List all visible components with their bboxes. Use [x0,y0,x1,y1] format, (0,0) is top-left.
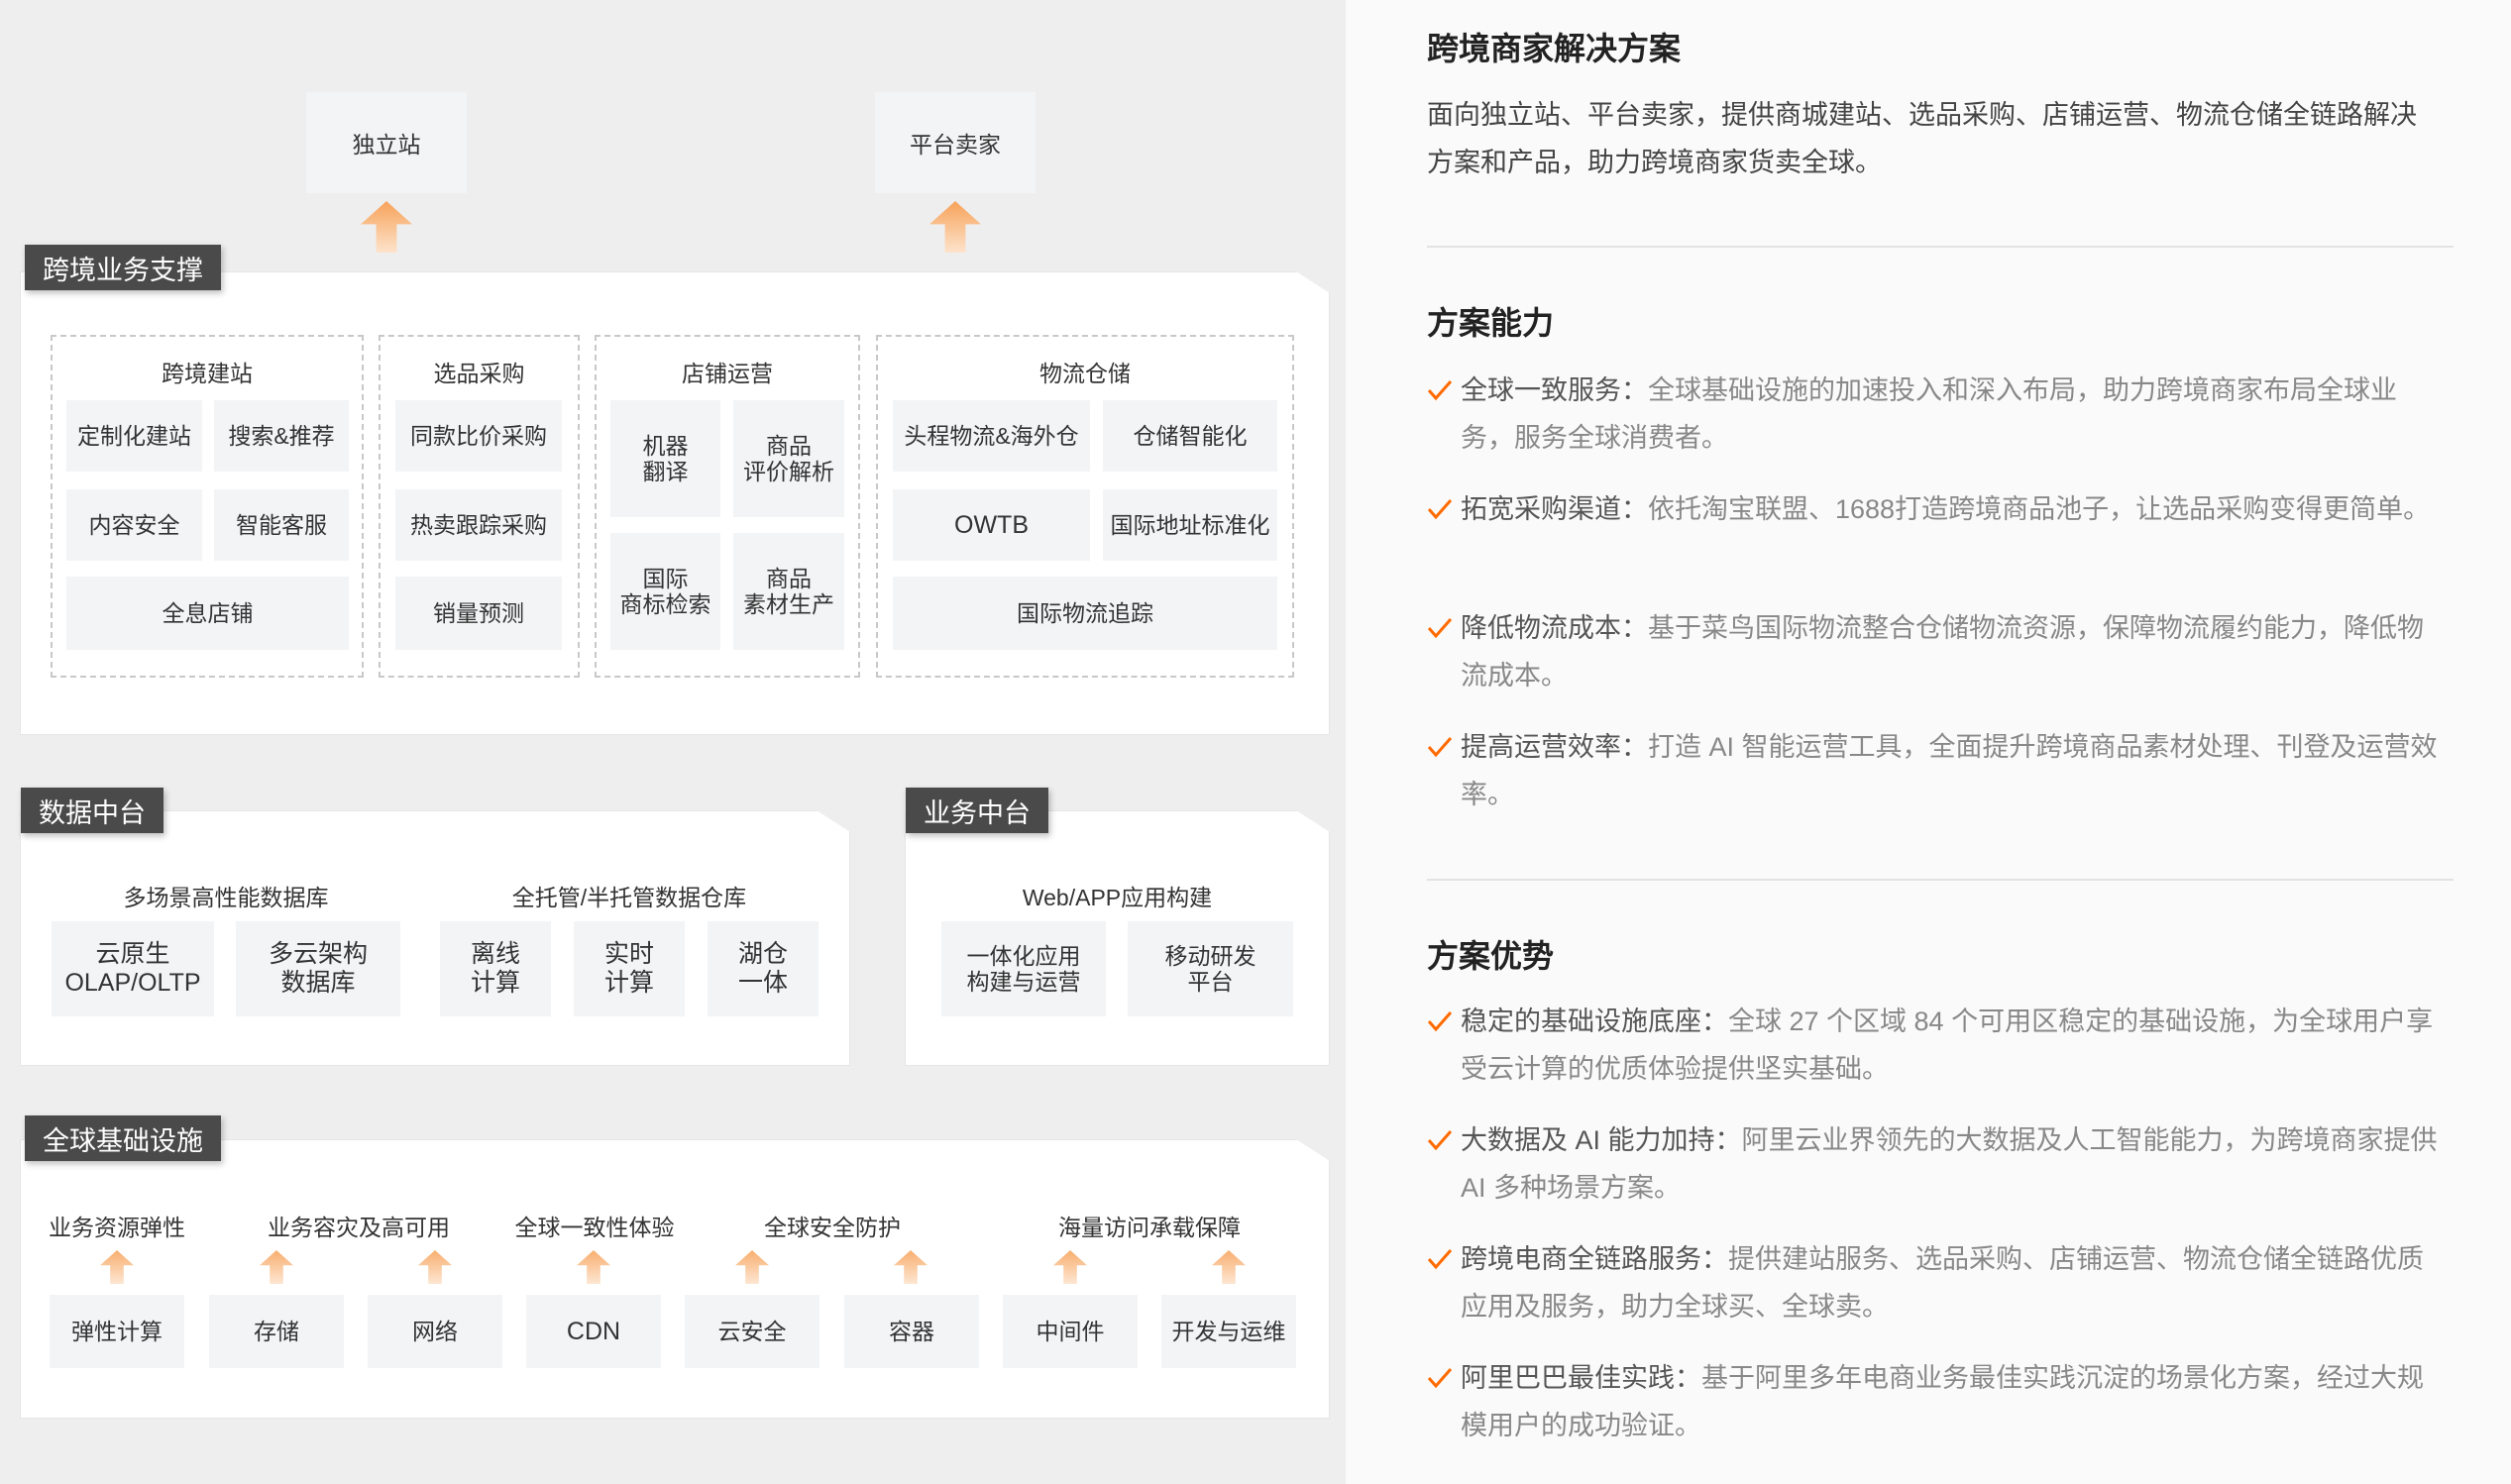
infra-panel [20,1139,1330,1419]
advantage-lead: 大数据及 AI 能力加持： [1461,1125,1742,1155]
advantage-item: 大数据及 AI 能力加持：阿里云业界领先的大数据及人工智能能力，为跨境商家提供 … [1427,1116,2448,1212]
logistics-title: 物流仓储 [1039,361,1131,386]
warehouse-item: 离线 计算 [440,921,551,1016]
capability-text: 依托淘宝联盟、1688打造跨境商品池子，让选品采购变得更简单。 [1648,494,2431,524]
database-item: 多云架构 数据库 [236,921,400,1016]
platform-seller-tile: 平台卖家 [875,92,1036,193]
store-ops-item: 国际 商标检索 [610,533,720,650]
up-arrow-icon [361,201,412,253]
check-icon [1427,737,1453,758]
infra-label: 全球基础设施 [25,1115,221,1161]
store-ops-title: 店铺运营 [682,361,773,386]
advantage-lead: 跨境电商全链路服务： [1461,1244,1728,1274]
infra-item: 开发与运维 [1161,1295,1296,1368]
capability-lead: 拓宽采购渠道： [1461,494,1648,524]
advantage-item: 稳定的基础设施底座：全球 27 个区域 84 个可用区稳定的基础设施，为全球用户… [1427,998,2448,1093]
check-icon [1427,618,1453,639]
capability-lead: 提高运营效率： [1461,732,1648,762]
site-building-item: 全息店铺 [66,577,349,650]
logistics-item: 国际地址标准化 [1103,489,1277,561]
infra-header: 全球安全防护 [764,1215,901,1240]
check-icon [1427,1011,1453,1032]
warehouse-title: 全托管/半托管数据仓库 [511,885,747,910]
database-item: 云原生 OLAP/OLTP [52,921,214,1016]
capability-lead: 降低物流成本： [1461,613,1648,643]
infra-header: 全球一致性体验 [514,1215,675,1240]
store-ops-item: 商品 评价解析 [733,400,844,517]
infra-item: 存储 [209,1295,344,1368]
check-icon [1427,380,1453,401]
capability-item: 降低物流成本：基于菜鸟国际物流整合仓储物流资源，保障物流履约能力，降低物流成本。 [1427,604,2448,699]
solution-title: 跨境商家解决方案 [1427,31,1682,66]
capability-title: 方案能力 [1427,305,1555,341]
web-app-title: Web/APP应用构建 [1022,885,1213,910]
capability-item: 全球一致服务：全球基础设施的加速投入和深入布局，助力跨境商家布局全球业务，服务全… [1427,367,2448,462]
advantage-title: 方案优势 [1427,938,1555,974]
logistics-item: 头程物流&海外仓 [893,400,1090,472]
site-building-item: 定制化建站 [66,400,202,472]
procurement-item: 同款比价采购 [395,400,562,472]
site-building-item: 智能客服 [214,489,349,561]
warehouse-item: 实时 计算 [574,921,685,1016]
infra-item: 容器 [844,1295,979,1368]
store-ops-item: 商品 素材生产 [733,533,844,650]
procurement-item: 热卖跟踪采购 [395,489,562,561]
infra-item: 中间件 [1003,1295,1138,1368]
data-platform-label: 数据中台 [21,788,164,833]
web-app-item: 移动研发 平台 [1128,921,1293,1016]
infra-header: 业务资源弹性 [49,1215,185,1240]
up-arrow-icon [929,201,981,253]
infra-item: 弹性计算 [50,1295,184,1368]
independent-site-tile: 独立站 [306,92,467,193]
advantage-lead: 阿里巴巴最佳实践： [1461,1363,1701,1393]
infra-item: 云安全 [685,1295,819,1368]
site-building-item: 内容安全 [66,489,202,561]
site-building-title: 跨境建站 [162,361,253,386]
web-app-item: 一体化应用 构建与运营 [941,921,1106,1016]
capability-item: 拓宽采购渠道：依托淘宝联盟、1688打造跨境商品池子，让选品采购变得更简单。 [1427,485,2448,533]
check-icon [1427,1130,1453,1151]
procurement-title: 选品采购 [433,361,525,386]
divider [1427,246,2454,248]
solution-description: 面向独立站、平台卖家，提供商城建站、选品采购、店铺运营、物流仓储全链路解决方案和… [1427,100,2417,177]
capability-item: 提高运营效率：打造 AI 智能运营工具，全面提升跨境商品素材处理、刊登及运营效率… [1427,723,2448,818]
architecture-diagram: 独立站 平台卖家 跨境业务支撑 跨境建站 定制化建站 搜索&推荐 内容安全 智能… [0,0,1346,1484]
advantage-item: 阿里巴巴最佳实践：基于阿里多年电商业务最佳实践沉淀的场景化方案，经过大规模用户的… [1427,1354,2448,1449]
logistics-item: 国际物流追踪 [893,577,1277,650]
site-building-item: 搜索&推荐 [214,400,349,472]
procurement-item: 销量预测 [395,577,562,650]
warehouse-item: 湖仓 一体 [708,921,819,1016]
capability-lead: 全球一致服务： [1461,375,1648,405]
infra-header: 业务容灾及高可用 [268,1215,450,1240]
logistics-item: 仓储智能化 [1103,400,1277,472]
business-platform-label: 业务中台 [906,788,1048,833]
infra-item: 网络 [368,1295,502,1368]
check-icon [1427,1249,1453,1270]
logistics-item: OWTB [893,489,1090,561]
divider [1427,879,2454,881]
database-title: 多场景高性能数据库 [123,885,329,910]
infra-header: 海量访问承载保障 [1058,1215,1241,1240]
cross-border-label: 跨境业务支撑 [25,245,221,290]
advantage-item: 跨境电商全链路服务：提供建站服务、选品采购、店铺运营、物流仓储全链路优质应用及服… [1427,1235,2448,1330]
store-ops-item: 机器 翻译 [610,400,720,517]
infra-item: CDN [526,1295,661,1368]
check-icon [1427,499,1453,520]
check-icon [1427,1368,1453,1389]
advantage-lead: 稳定的基础设施底座： [1461,1007,1728,1036]
